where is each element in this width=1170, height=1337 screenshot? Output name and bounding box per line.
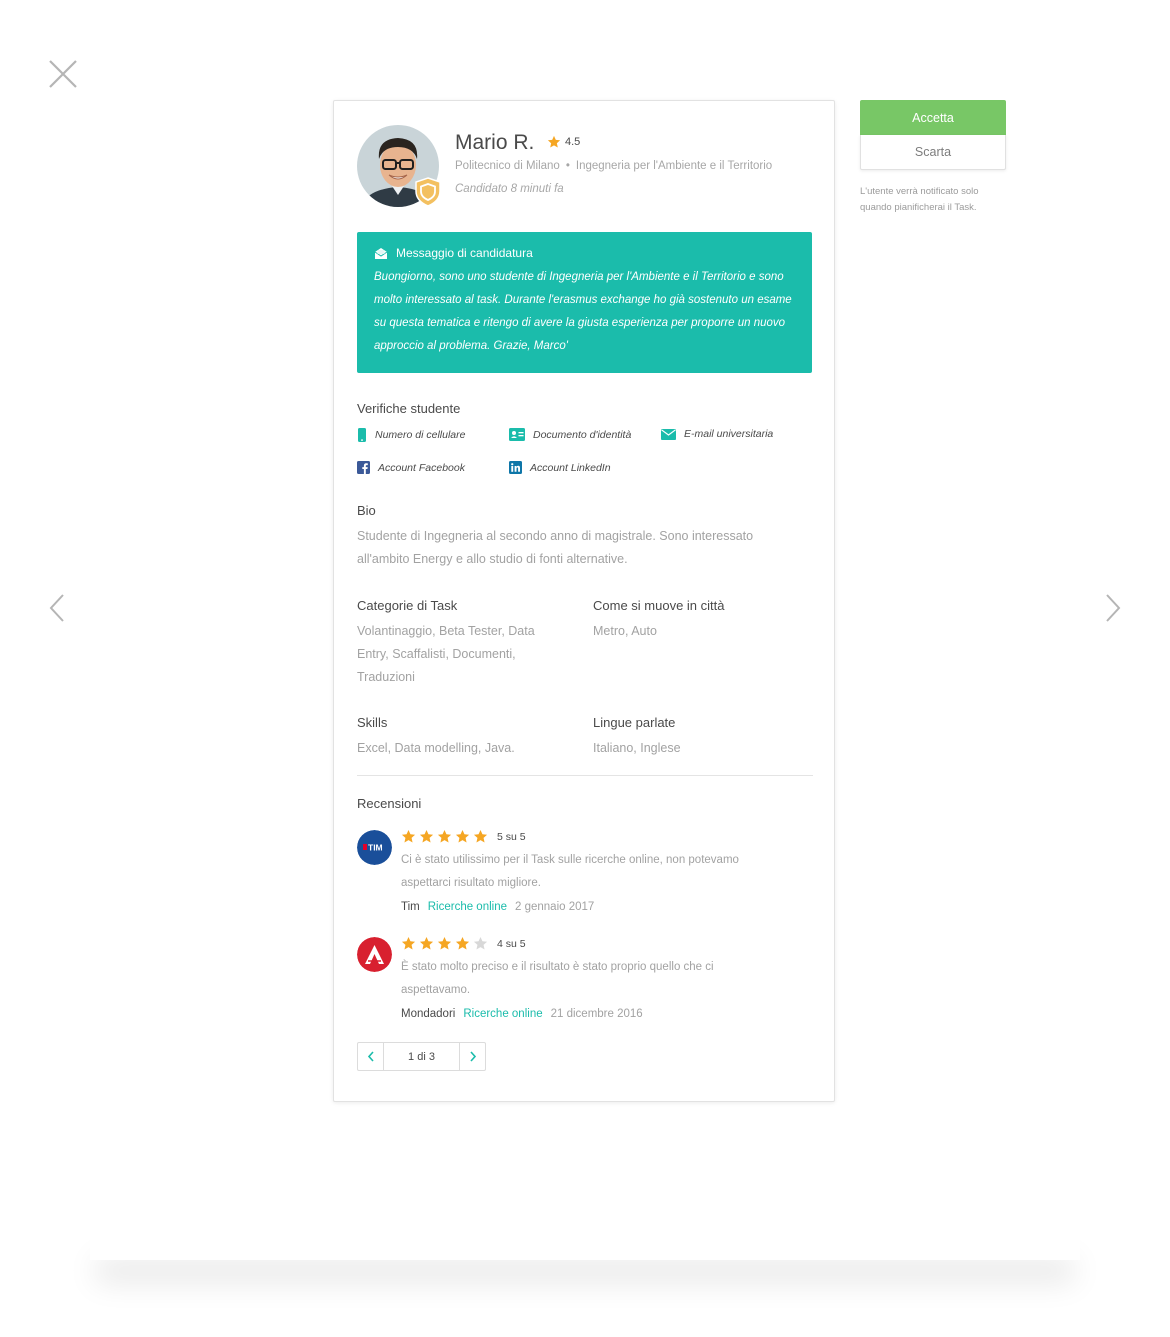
reviews-pagination: 1 di 3 <box>357 1042 486 1071</box>
review-2-stars: 4 su 5 <box>401 936 526 951</box>
candidate-card: Mario R. 4.5 Politecnico di Milano • Ingeg… <box>333 100 835 1102</box>
review-1-category-link[interactable]: Ricerche online <box>428 901 507 913</box>
verification-id-label: Documento d'identità <box>533 428 632 441</box>
application-message: Messaggio di candidatura Buongiorno, son… <box>357 232 812 373</box>
review-1-meta: Tim Ricerche online 2 gennaio 2017 <box>401 901 594 913</box>
verification-facebook-label: Account Facebook <box>378 461 465 474</box>
star-icon <box>547 135 561 148</box>
next-candidate-arrow-icon[interactable] <box>1104 592 1122 624</box>
review-2-text: È stato molto preciso e il risultato è s… <box>401 961 714 996</box>
facebook-icon <box>357 461 370 474</box>
candidate-name: Mario R. <box>455 131 535 154</box>
review-2-category-link[interactable]: Ricerche online <box>463 1008 542 1020</box>
divider <box>357 775 813 776</box>
linkedin-icon <box>509 461 522 474</box>
close-icon[interactable] <box>48 59 78 89</box>
discard-button[interactable]: Scarta <box>860 135 1006 170</box>
tim-logo-text: TIM <box>368 843 383 853</box>
verification-linkedin-label: Account LinkedIn <box>530 461 611 474</box>
star-filled-icon <box>437 829 452 843</box>
message-header: Messaggio di candidatura <box>374 246 796 260</box>
notification-note: L'utente verrà notificato solo quando pi… <box>860 186 979 213</box>
review-1-stars: 5 su 5 <box>401 829 526 844</box>
review-2-company: Mondadori <box>401 1008 456 1020</box>
star-filled-icon <box>401 829 416 843</box>
languages-text: Italiano, Inglese <box>593 741 681 755</box>
transport-text: Metro, Auto <box>593 624 657 638</box>
star-filled-icon <box>419 829 434 843</box>
verified-shield-icon <box>415 177 441 207</box>
avatar <box>357 125 441 207</box>
email-icon <box>661 428 676 440</box>
verification-email-label: E-mail universitaria <box>684 428 774 440</box>
bio-text: Studente di Ingegneria al secondo anno d… <box>357 529 754 566</box>
verifications-title: Verifiche studente <box>357 401 461 416</box>
review-1-company: Tim <box>401 901 420 913</box>
star-filled-icon <box>437 936 452 950</box>
review-1-date: 2 gennaio 2017 <box>515 901 595 913</box>
university: Politecnico di Milano <box>455 160 560 172</box>
pager-previous-button[interactable] <box>358 1043 383 1070</box>
mondadori-logo <box>357 937 392 972</box>
id-card-icon <box>509 428 525 441</box>
candidate-education: Politecnico di Milano • Ingegneria per l'A… <box>455 160 772 172</box>
review-1-text: Ci è stato utilissimo per il Task sulle … <box>401 854 739 889</box>
message-title: Messaggio di candidatura <box>396 246 533 260</box>
course: Ingegneria per l'Ambiente e il Territori… <box>575 160 773 172</box>
verification-phone-label: Numero di cellulare <box>375 429 466 441</box>
accept-button[interactable]: Accetta <box>860 100 1006 135</box>
verification-facebook: Account Facebook <box>357 461 465 474</box>
review-2-date: 21 dicembre 2016 <box>550 1008 643 1020</box>
chevron-right-icon <box>469 1051 476 1062</box>
previous-candidate-arrow-icon[interactable] <box>48 592 66 624</box>
star-filled-icon <box>401 936 416 950</box>
transport-title: Come si muove in città <box>593 598 725 613</box>
pager-next-button[interactable] <box>460 1043 485 1070</box>
star-filled-icon <box>455 936 470 950</box>
envelope-open-icon <box>374 247 388 259</box>
verification-linkedin: Account LinkedIn <box>509 461 611 474</box>
star-empty-icon <box>473 936 488 950</box>
review-2-score: 4 su 5 <box>497 937 526 950</box>
skills-title: Skills <box>357 715 388 730</box>
categories-text: Volantinaggio, Beta Tester, Data Entry, … <box>357 624 535 684</box>
star-filled-icon <box>419 936 434 950</box>
separator-dot: • <box>565 160 570 172</box>
message-text: Buongiorno, sono uno studente di Ingegne… <box>374 271 792 352</box>
phone-icon <box>358 428 366 442</box>
star-filled-icon <box>473 829 488 843</box>
skills-text: Excel, Data modelling, Java. <box>357 741 515 755</box>
categories-title: Categorie di Task <box>357 598 458 613</box>
verification-phone: Numero di cellulare <box>357 428 465 442</box>
reviews-title: Recensioni <box>357 796 422 811</box>
verification-email: E-mail universitaria <box>661 428 773 440</box>
star-filled-icon <box>455 829 470 843</box>
review-1-score: 5 su 5 <box>497 830 526 843</box>
bio-title: Bio <box>357 503 376 518</box>
candidate-rating: 4.5 <box>547 135 580 149</box>
tim-logo: TIM <box>357 830 392 865</box>
pager-label: 1 di 3 <box>383 1043 460 1070</box>
verification-id-document: Documento d'identità <box>509 428 631 441</box>
rating-value: 4.5 <box>565 136 581 148</box>
application-time: Candidato 8 minuti fa <box>455 183 564 195</box>
review-2-meta: Mondadori Ricerche online 21 dicembre 20… <box>401 1008 643 1020</box>
page-bottom-shadow <box>90 1225 1080 1260</box>
chevron-left-icon <box>367 1051 374 1062</box>
languages-title: Lingue parlate <box>593 715 676 730</box>
